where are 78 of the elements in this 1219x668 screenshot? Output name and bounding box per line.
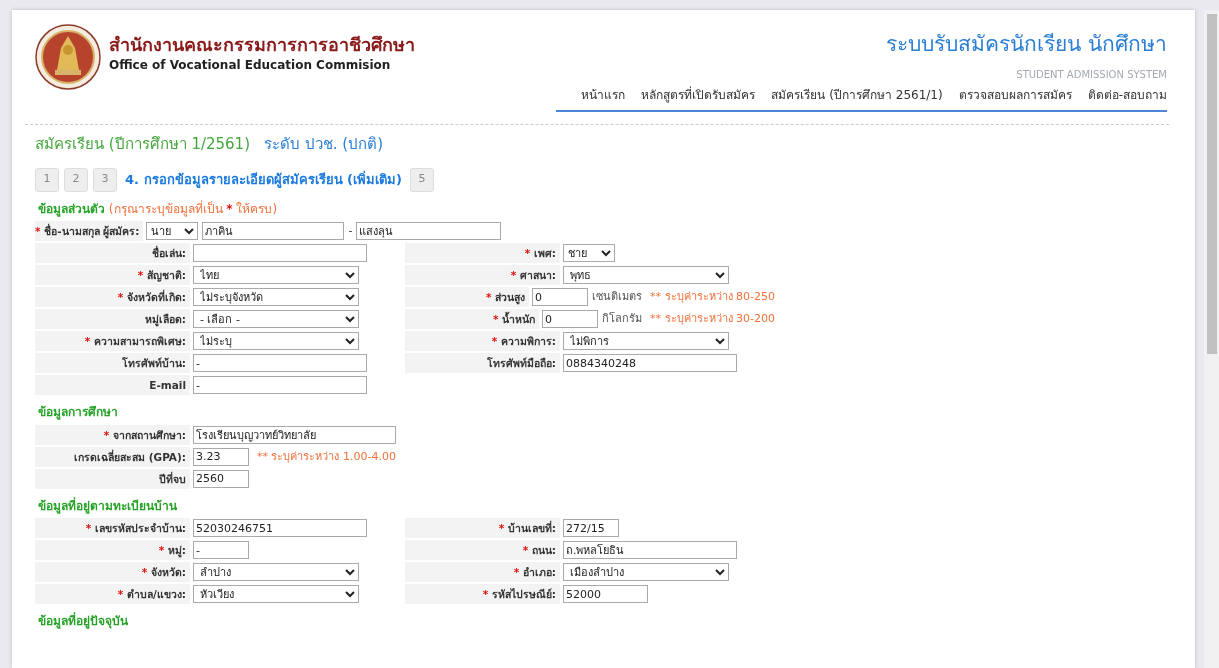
range-hint: ** ระบุค่าระหว่าง 30-200 — [650, 311, 775, 328]
input-field[interactable]: 52030246751 — [193, 519, 367, 538]
field-label: * จังหวัด: — [35, 562, 190, 583]
select-field[interactable]: ชาย — [563, 244, 615, 263]
field-label: * อำเภอ: — [405, 562, 560, 583]
input-field[interactable]: 2560 — [193, 469, 249, 488]
field-label: * ตำบล/แขวง: — [35, 584, 190, 605]
input-field[interactable]: 52000 — [563, 585, 648, 604]
field-label: ปีที่จบ — [35, 468, 190, 489]
range-hint: ** ระบุค่าระหว่าง 80-250 — [650, 289, 775, 306]
field-label: * สัญชาติ: — [35, 265, 190, 286]
system-title: ระบบรับสมัครนักเรียน นักศึกษา — [885, 32, 1167, 58]
field-label: * เพศ: — [405, 243, 560, 264]
separator: - — [348, 223, 353, 240]
level-title: ระดับ ปวช. (ปกติ) — [264, 134, 384, 156]
field-label: * หมู่: — [35, 540, 190, 561]
select-field[interactable]: พุทธ — [563, 266, 729, 285]
field-label: * ความพิการ: — [405, 331, 560, 352]
field-label: * รหัสไปรษณีย์: — [405, 584, 560, 605]
field-label: * จังหวัดที่เกิด: — [35, 287, 190, 308]
current-step[interactable]: 4. กรอกข้อมูลรายละเอียดผู้สมัครเรียน (เพิ่มเติม) — [122, 169, 405, 190]
input-field[interactable]: - — [193, 354, 367, 373]
seal-logo — [35, 24, 101, 90]
field-label: * ชื่อ-นามสกุล ผู้สมัคร: — [35, 221, 144, 242]
select-field[interactable]: - เลือก - — [193, 310, 359, 329]
field-label: * น้ำหนัก — [405, 309, 540, 330]
field-label: * เลขรหัสประจำบ้าน: — [35, 518, 190, 539]
field-label: หมู่เลือด: — [35, 309, 190, 330]
nav-link[interactable]: หลักสูตรที่เปิดรับสมัคร — [641, 86, 756, 105]
unit-label: กิโลกรัม — [602, 311, 643, 328]
input-field[interactable]: - — [193, 376, 367, 395]
first-name-field[interactable]: ภาคิน — [202, 222, 345, 241]
nav-link[interactable]: ติดต่อ-สอบถาม — [1087, 86, 1167, 105]
input-field[interactable]: - — [193, 541, 249, 560]
field-label: เกรดเฉลี่ยสะสม (GPA): — [35, 446, 190, 467]
field-label: โทรศัพท์บ้าน: — [35, 353, 190, 374]
nav-link[interactable]: หน้าแรก — [581, 86, 626, 105]
field-label: ชื่อเล่น: — [35, 243, 190, 264]
section-title: ข้อมูลที่อยู่ปัจจุบัน — [38, 614, 128, 629]
system-subtitle: STUDENT ADMISSION SYSTEM — [1015, 68, 1167, 83]
section-title: ข้อมูลส่วนตัว — [38, 201, 105, 216]
field-label: โทรศัพท์มือถือ: — [405, 353, 560, 374]
title-select[interactable]: นาย — [146, 222, 199, 241]
input-field[interactable] — [193, 244, 367, 263]
org-title: สำนักงานคณะกรรมการการอาชีวศึกษา — [109, 34, 415, 56]
select-field[interactable]: เมืองลำปาง — [563, 563, 729, 582]
select-field[interactable]: ไม่ระบุ — [193, 332, 359, 351]
input-field[interactable]: 3.23 — [193, 447, 249, 466]
input-field[interactable]: 0884340248 — [563, 354, 737, 373]
field-label: * ความสามารถพิเศษ: — [35, 331, 190, 352]
input-field[interactable]: โรงเรียนบุญวาทย์วิทยาลัย — [193, 425, 396, 444]
required-note: (กรุณาระบุข้อมูลที่เป็น * ให้ครบ) — [108, 201, 278, 216]
range-hint: ** ระบุค่าระหว่าง 1.00-4.00 — [257, 448, 396, 465]
scrollbar-thumb[interactable] — [1206, 14, 1217, 354]
section-title: ข้อมูลที่อยู่ตามทะเบียนบ้าน — [38, 498, 177, 513]
field-label: * จากสถานศึกษา: — [35, 424, 190, 445]
page-title: สมัครเรียน (ปีการศึกษา 1/2561) — [35, 134, 250, 156]
select-field[interactable]: ไม่พิการ — [563, 332, 729, 351]
scrollbar[interactable] — [1204, 10, 1219, 668]
last-name-field[interactable]: แสงลุน — [356, 222, 502, 241]
input-field[interactable]: ถ.พหลโยธิน — [563, 541, 737, 560]
field-label: E-mail — [35, 375, 190, 396]
nav-link[interactable]: ตรวจสอบผลการสมัคร — [958, 86, 1072, 105]
select-field[interactable]: ไทย — [193, 266, 359, 285]
field-label: * บ้านเลขที่: — [405, 518, 560, 539]
field-label: * ถนน: — [405, 540, 560, 561]
input-field[interactable]: 0 — [532, 288, 589, 307]
org-subtitle: Office of Vocational Education Commision — [109, 56, 392, 74]
select-field[interactable]: หัวเวียง — [193, 585, 359, 604]
select-field[interactable]: ไม่ระบุจังหวัด — [193, 288, 359, 307]
field-label: * ศาสนา: — [405, 265, 560, 286]
field-label: * ส่วนสูง — [405, 287, 530, 308]
input-field[interactable]: 272/15 — [563, 519, 619, 538]
select-field[interactable]: ลำปาง — [193, 563, 359, 582]
unit-label: เซนติเมตร — [592, 289, 643, 306]
section-title: ข้อมูลการศึกษา — [38, 405, 118, 420]
nav-link[interactable]: สมัครเรียน (ปีการศึกษา 2561/1) — [771, 86, 943, 105]
input-field[interactable]: 0 — [542, 310, 599, 329]
